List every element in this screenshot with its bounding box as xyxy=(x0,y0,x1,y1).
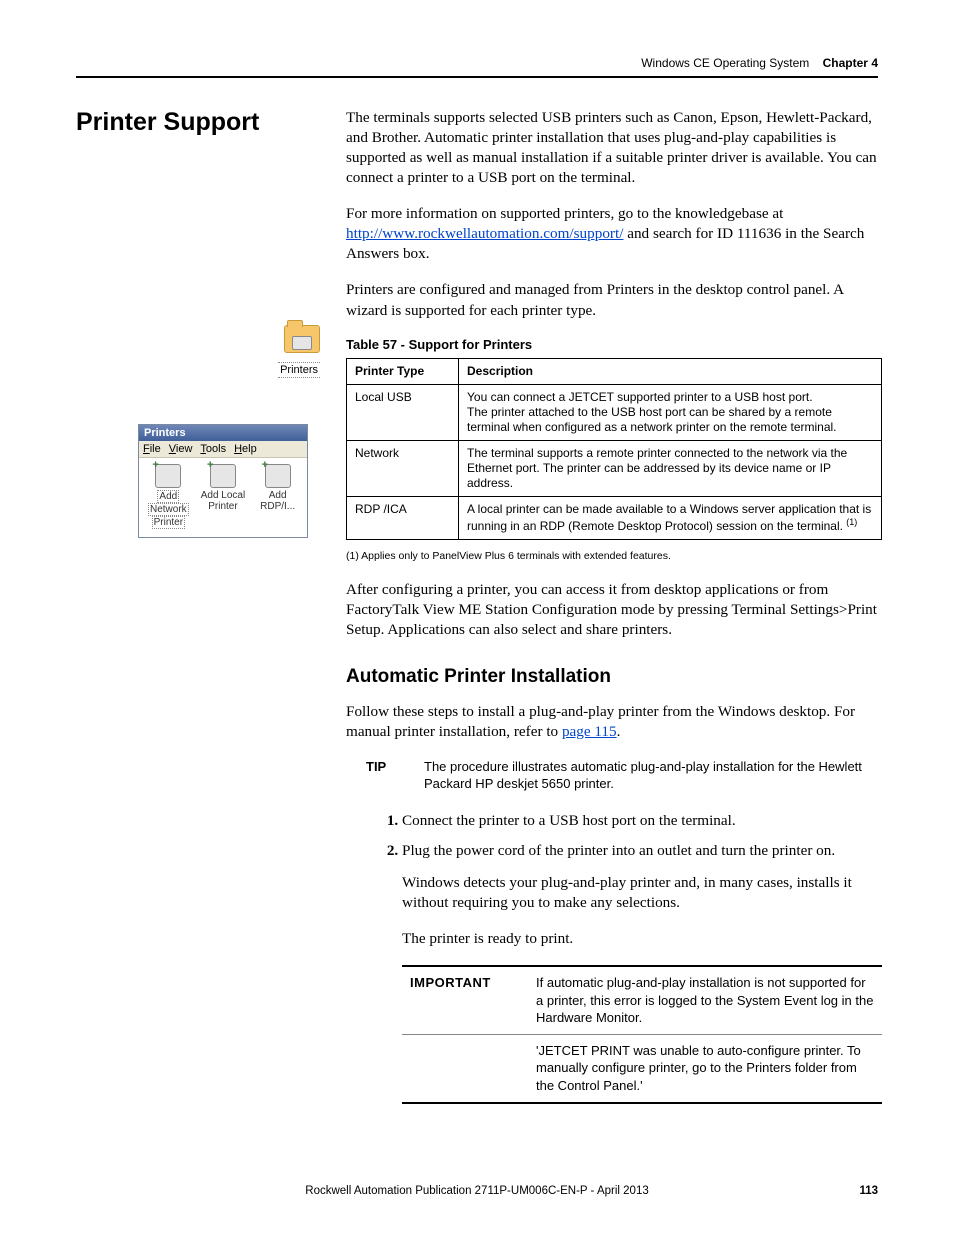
kb-link[interactable]: http://www.rockwellautomation.com/suppor… xyxy=(346,225,623,242)
add-network-printer-icon[interactable]: Add Network Printer xyxy=(143,464,193,529)
table-row: RDP /ICA A local printer can be made ava… xyxy=(347,496,882,539)
page-header: Windows CE Operating System Chapter 4 xyxy=(76,56,878,78)
auto-paragraph-1: Follow these steps to install a plug-and… xyxy=(346,702,882,742)
printers-icon-caption: Printers xyxy=(278,362,320,378)
main-column: The terminals supports selected USB prin… xyxy=(346,108,882,1104)
table-row: Network The terminal supports a remote p… xyxy=(347,440,882,496)
important-label: IMPORTANT xyxy=(402,966,528,1034)
intro-paragraph-1: The terminals supports selected USB prin… xyxy=(346,108,882,188)
important-text-1: If automatic plug-and-play installation … xyxy=(528,966,882,1034)
menu-help[interactable]: Help xyxy=(234,443,257,455)
header-doc-title: Windows CE Operating System xyxy=(641,56,809,70)
printer-icon xyxy=(265,464,291,488)
menu-file[interactable]: File xyxy=(143,443,161,455)
table-footnote: (1) Applies only to PanelView Plus 6 ter… xyxy=(346,550,882,562)
menu-view[interactable]: View xyxy=(169,443,193,455)
th-printer-type: Printer Type xyxy=(347,358,459,384)
ready-paragraph: The printer is ready to print. xyxy=(402,929,882,949)
page-footer: Rockwell Automation Publication 2711P-UM… xyxy=(76,1185,878,1197)
step-1: Connect the printer to a USB host port o… xyxy=(402,811,882,831)
subheading-auto-install: Automatic Printer Installation xyxy=(346,666,882,688)
important-text-2: 'JETCET PRINT was unable to auto-configu… xyxy=(528,1034,882,1102)
intro-paragraph-3: Printers are configured and managed from… xyxy=(346,280,882,320)
tip-block: TIP The procedure illustrates automatic … xyxy=(366,758,882,793)
folder-icon xyxy=(284,325,320,353)
header-chapter: Chapter 4 xyxy=(823,56,878,70)
footer-page-number: 113 xyxy=(859,1185,878,1197)
printer-icon xyxy=(210,464,236,488)
step-after-paragraph: Windows detects your plug-and-play print… xyxy=(402,873,882,913)
printers-support-table: Printer Type Description Local USB You c… xyxy=(346,358,882,540)
step-2: Plug the power cord of the printer into … xyxy=(402,841,882,861)
tip-label: TIP xyxy=(366,758,424,793)
window-titlebar: Printers xyxy=(139,425,307,441)
printers-window: Printers File View Tools Help Add Networ… xyxy=(138,424,308,538)
left-column: Printer Support Printers Printers File V… xyxy=(76,108,346,1104)
tip-body: The procedure illustrates automatic plug… xyxy=(424,758,882,793)
printers-desktop-icon[interactable]: Printers xyxy=(76,325,328,378)
add-rdp-printer-icon[interactable]: Add RDP/I... xyxy=(253,464,303,529)
printer-icon xyxy=(155,464,181,488)
table-title: Table 57 - Support for Printers xyxy=(346,337,882,352)
install-steps: Connect the printer to a USB host port o… xyxy=(346,811,882,861)
th-description: Description xyxy=(459,358,882,384)
window-menubar: File View Tools Help xyxy=(139,441,307,458)
section-title: Printer Support xyxy=(76,108,328,137)
important-block: IMPORTANT If automatic plug-and-play ins… xyxy=(402,965,882,1103)
menu-tools[interactable]: Tools xyxy=(200,443,226,455)
table-row: Local USB You can connect a JETCET suppo… xyxy=(347,384,882,440)
footer-publication: Rockwell Automation Publication 2711P-UM… xyxy=(305,1185,648,1197)
after-table-paragraph: After configuring a printer, you can acc… xyxy=(346,580,882,640)
page-115-link[interactable]: page 115 xyxy=(562,723,617,740)
add-local-printer-icon[interactable]: Add Local Printer xyxy=(198,464,248,529)
intro-paragraph-2: For more information on supported printe… xyxy=(346,204,882,264)
